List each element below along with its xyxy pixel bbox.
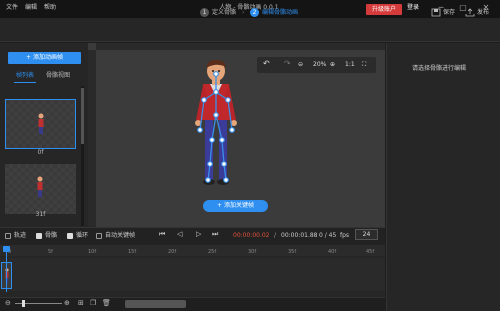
zoom-in-timeline-icon[interactable]: ⊕ xyxy=(64,300,70,307)
loop-label: 循环 xyxy=(76,232,89,239)
timeline-scrollbar-thumb[interactable] xyxy=(125,300,186,308)
trajectory-label: 轨迹 xyxy=(14,232,27,239)
upgrade-account-button[interactable]: 升级账户 xyxy=(366,4,402,15)
fps-label: fps xyxy=(340,232,350,239)
step-1-indicator: 1 xyxy=(200,8,209,17)
redo-icon[interactable]: ↷ xyxy=(284,60,291,68)
timeline-tick: 40f xyxy=(328,249,337,255)
zoom-out-timeline-icon[interactable]: ⊖ xyxy=(5,300,11,307)
publish-button[interactable]: 发布 xyxy=(477,10,489,16)
step-2-indicator: 2 xyxy=(250,8,259,17)
auto-keyframe-checkbox[interactable] xyxy=(96,233,102,239)
frame-list-scrollbar-thumb[interactable] xyxy=(81,88,84,144)
horizontal-ruler xyxy=(96,43,385,50)
playhead[interactable] xyxy=(6,247,7,292)
timeline-tick: 15f xyxy=(128,249,137,255)
add-keyframe-button[interactable]: + 添加关键帧 xyxy=(203,200,268,212)
fps-input[interactable]: 24 xyxy=(355,229,378,240)
timeline-tick: 10f xyxy=(88,249,97,255)
timeline-tick: 20f xyxy=(168,249,177,255)
add-animation-frame-button[interactable]: + 添加动画帧 xyxy=(8,52,81,64)
auto-keyframe-label: 自动关键帧 xyxy=(105,232,136,239)
actual-size-button[interactable]: 1:1 xyxy=(345,62,355,68)
time-separator: / xyxy=(274,232,277,239)
frame-thumbnail[interactable] xyxy=(5,164,76,214)
character-thumbnail-icon xyxy=(37,176,43,197)
bones-label: 骨骼 xyxy=(45,232,58,239)
timeline-tick: 5f xyxy=(48,249,53,255)
timeline-footer xyxy=(0,297,385,311)
bones-checkbox[interactable] xyxy=(36,233,42,239)
zoom-in-icon[interactable]: ⊕ xyxy=(330,62,335,68)
properties-panel xyxy=(386,43,500,311)
keyframe-character-icon xyxy=(5,268,9,283)
menu-file[interactable]: 文件 xyxy=(6,5,18,11)
character-thumbnail-icon xyxy=(38,113,44,134)
step-define-bones[interactable]: 定义骨骼 xyxy=(212,10,236,16)
zoom-out-icon[interactable]: ⊖ xyxy=(298,62,303,68)
add-frame-icon[interactable]: ⊞ xyxy=(78,300,84,307)
copy-frame-icon[interactable]: ❐ xyxy=(90,300,96,307)
menu-edit[interactable]: 编辑 xyxy=(25,5,37,11)
undo-icon[interactable]: ↶ xyxy=(263,60,270,68)
publish-icon[interactable] xyxy=(465,8,475,17)
tab-bone-view[interactable]: 骨骼视图 xyxy=(46,73,70,79)
current-time: 00:00:00.02 xyxy=(233,232,270,239)
total-time: 00:00:01.88 xyxy=(281,232,318,239)
properties-hint: 请选择骨骼进行编辑 xyxy=(412,65,467,72)
zoom-level: 20% xyxy=(313,61,327,68)
timeline-track[interactable] xyxy=(0,258,385,291)
frame-thumbnail[interactable] xyxy=(5,99,76,149)
active-tab-indicator xyxy=(14,82,36,83)
timeline-tick: 45f xyxy=(366,249,375,255)
save-icon[interactable] xyxy=(431,8,441,17)
fullscreen-icon[interactable]: ⛶ xyxy=(362,62,366,68)
play-icon[interactable]: ▷ xyxy=(196,231,201,238)
timeline-tick: 30f xyxy=(248,249,257,255)
menu-help[interactable]: 帮助 xyxy=(44,5,56,11)
first-frame-icon[interactable]: ⏮ xyxy=(159,231,165,238)
frame-label: 0f xyxy=(37,149,44,156)
prev-frame-icon[interactable]: ◁ xyxy=(177,231,182,238)
step-bar xyxy=(0,18,500,42)
delete-frame-icon[interactable]: 🗑 xyxy=(102,300,111,307)
trajectory-checkbox[interactable] xyxy=(5,233,11,239)
playhead-handle[interactable] xyxy=(3,246,10,252)
vertical-ruler xyxy=(88,50,96,227)
character-rig[interactable] xyxy=(186,60,246,188)
frame-counter: 0 / 45 xyxy=(319,232,337,239)
step-edit-animation[interactable]: 编辑骨骼动画 xyxy=(262,10,298,16)
save-button[interactable]: 保存 xyxy=(443,10,455,16)
tab-frame-list[interactable]: 帧列表 xyxy=(16,73,34,79)
timeline-tick: 35f xyxy=(288,249,297,255)
last-frame-icon[interactable]: ⏭ xyxy=(212,231,218,238)
frame-label: 31f xyxy=(35,211,46,218)
timeline-zoom-thumb[interactable] xyxy=(22,300,25,307)
timeline-tick: 25f xyxy=(208,249,217,255)
login-link[interactable]: 登录 xyxy=(407,5,419,11)
step-separator: › xyxy=(242,9,245,16)
loop-checkbox[interactable] xyxy=(67,233,73,239)
